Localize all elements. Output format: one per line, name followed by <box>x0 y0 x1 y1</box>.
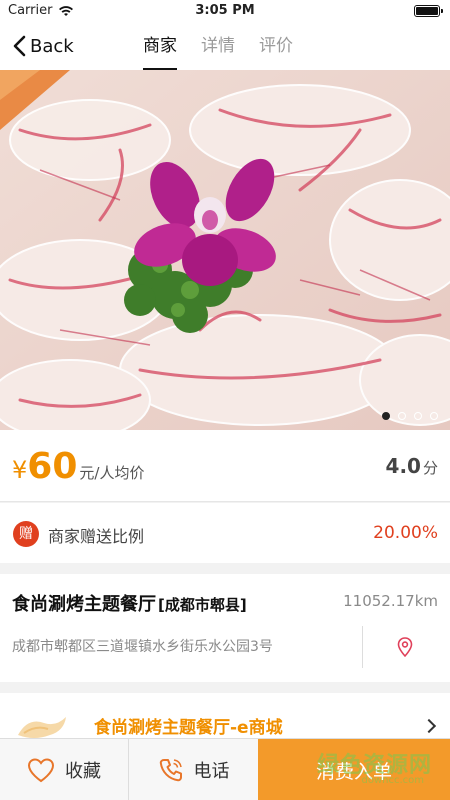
gift-ratio-row: 赠 商家赠送比例 20.00% <box>0 503 450 563</box>
back-button[interactable]: Back <box>12 32 74 60</box>
divider <box>362 626 363 668</box>
currency-symbol: ¥ <box>12 456 28 484</box>
back-label: Back <box>30 35 74 57</box>
average-price: ¥ 60 元/人均价 <box>12 446 144 487</box>
banner-carousel[interactable] <box>0 70 450 430</box>
tab-bar: 商家 详情 评价 <box>143 22 293 70</box>
phone-icon <box>159 759 182 782</box>
rating-unit: 分 <box>422 459 438 477</box>
tab-details[interactable]: 详情 <box>201 22 235 70</box>
price-value: 60 <box>27 446 78 487</box>
store-name: 食尚涮烤主题餐厅 [成都市郫县] <box>12 590 247 616</box>
bottom-bar: 收藏 电话 消费入单 绿色资源网 downcc.com <box>0 738 450 800</box>
gift-badge: 赠 <box>13 521 39 547</box>
banner-image <box>0 70 450 430</box>
shop-name: 食尚涮烤主题餐厅-e商城 <box>94 718 283 738</box>
store-address: 成都市郫都区三道堰镇水乡街乐水公园3号 <box>12 639 273 655</box>
heart-icon <box>27 758 55 783</box>
phone-label: 电话 <box>193 761 230 782</box>
store-city: [成都市郫县] <box>158 596 247 614</box>
favorite-button[interactable]: 收藏 <box>0 739 129 800</box>
order-label: 消费入单 <box>315 760 392 783</box>
battery-icon <box>414 5 443 17</box>
carousel-dot[interactable] <box>414 412 422 420</box>
carousel-dot[interactable] <box>382 412 390 420</box>
price-row: ¥ 60 元/人均价 4.0 分 <box>0 430 450 502</box>
price-unit: 元/人均价 <box>79 464 145 482</box>
chevron-right-icon[interactable] <box>421 718 437 734</box>
gift-label: 商家赠送比例 <box>48 527 145 546</box>
rating: 4.0 分 <box>386 454 438 478</box>
gift-value: 20.00% <box>373 523 438 543</box>
order-button[interactable]: 消费入单 绿色资源网 downcc.com <box>258 739 450 800</box>
rating-value: 4.0 <box>385 454 421 478</box>
carousel-dot[interactable] <box>398 412 406 420</box>
status-time: 3:05 PM <box>195 3 255 18</box>
status-bar: Carrier 3:05 PM <box>0 0 450 22</box>
store-name-text: 食尚涮烤主题餐厅 <box>12 594 156 615</box>
tab-reviews[interactable]: 评价 <box>259 22 293 70</box>
favorite-label: 收藏 <box>65 761 101 782</box>
tab-merchant[interactable]: 商家 <box>143 22 177 70</box>
location-pin-icon[interactable] <box>394 636 416 658</box>
phone-button[interactable]: 电话 <box>129 739 258 800</box>
carousel-dots <box>382 412 438 420</box>
nav-bar: Back 商家 详情 评价 <box>0 22 450 70</box>
chevron-left-icon <box>13 35 26 57</box>
screen: Carrier 3:05 PM Back 商家 详情 评价 ¥ 60 元/人均价… <box>0 0 450 800</box>
store-card: 食尚涮烤主题餐厅 [成都市郫县] 11052.17km 成都市郫都区三道堰镇水乡街… <box>0 574 450 682</box>
store-distance: 11052.17km <box>343 592 438 610</box>
carousel-dot[interactable] <box>430 412 438 420</box>
